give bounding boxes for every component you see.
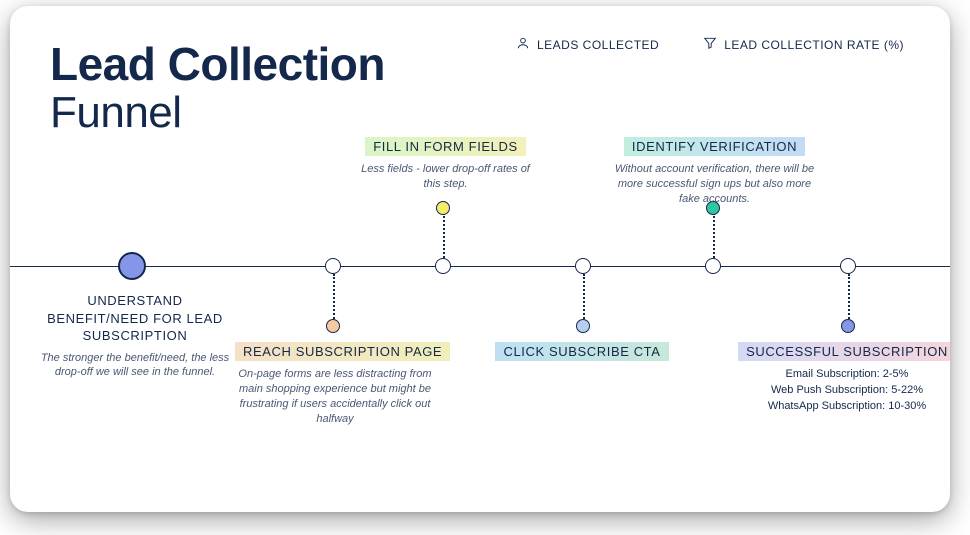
endpoint-6 (841, 319, 855, 333)
connector-6 (848, 274, 850, 319)
step-success: SUCCESSFUL SUBSCRIPTION Email Subscripti… (732, 342, 950, 415)
step-understand: UNDERSTAND BENEFIT/NEED FOR LEAD SUBSCRI… (40, 292, 230, 380)
timeline-node-6 (840, 258, 856, 274)
timeline-node-3 (435, 258, 451, 274)
diagram-card: LEADS COLLECTED LEAD COLLECTION RATE (%)… (10, 6, 950, 512)
connector-3 (443, 213, 445, 258)
step-reach-page: REACH SUBSCRIPTION PAGE On-page forms ar… (235, 342, 435, 426)
step-desc: The stronger the benefit/need, the less … (40, 351, 230, 381)
step-desc: On-page forms are less distracting from … (235, 367, 435, 426)
connector-5 (713, 213, 715, 258)
step-desc: Without account verification, there will… (612, 162, 817, 207)
timeline-node-4 (575, 258, 591, 274)
endpoint-3 (436, 201, 450, 215)
legend-label: LEADS COLLECTED (537, 38, 659, 52)
timeline-node-2 (325, 258, 341, 274)
endpoint-2 (326, 319, 340, 333)
page-title: Lead Collection Funnel (50, 40, 910, 138)
person-icon (516, 36, 530, 53)
legend: LEADS COLLECTED LEAD COLLECTION RATE (%) (516, 36, 904, 53)
legend-label: LEAD COLLECTION RATE (%) (724, 38, 904, 52)
step-title: SUCCESSFUL SUBSCRIPTION (738, 342, 950, 361)
legend-item-leads: LEADS COLLECTED (516, 36, 659, 53)
endpoint-4 (576, 319, 590, 333)
step-title: FILL IN FORM FIELDS (365, 137, 526, 156)
timeline-node-5 (705, 258, 721, 274)
connector-2 (333, 274, 335, 319)
step-form-fields: FILL IN FORM FIELDS Less fields - lower … (358, 137, 533, 192)
step-title: CLICK SUBSCRIBE CTA (495, 342, 668, 361)
step-title: IDENTIFY VERIFICATION (624, 137, 805, 156)
step-desc: Less fields - lower drop-off rates of th… (358, 162, 533, 192)
step-title: UNDERSTAND BENEFIT/NEED FOR LEAD SUBSCRI… (40, 292, 230, 345)
step-title: REACH SUBSCRIPTION PAGE (235, 342, 450, 361)
step-stats: Email Subscription: 2-5% Web Push Subscr… (732, 367, 950, 415)
title-line2: Funnel (50, 88, 910, 138)
connector-4 (583, 274, 585, 319)
timeline-node-1 (118, 252, 146, 280)
funnel-icon (703, 36, 717, 53)
legend-item-rate: LEAD COLLECTION RATE (%) (703, 36, 904, 53)
step-click-cta: CLICK SUBSCRIBE CTA (487, 342, 677, 367)
step-verification: IDENTIFY VERIFICATION Without account ve… (612, 137, 817, 207)
